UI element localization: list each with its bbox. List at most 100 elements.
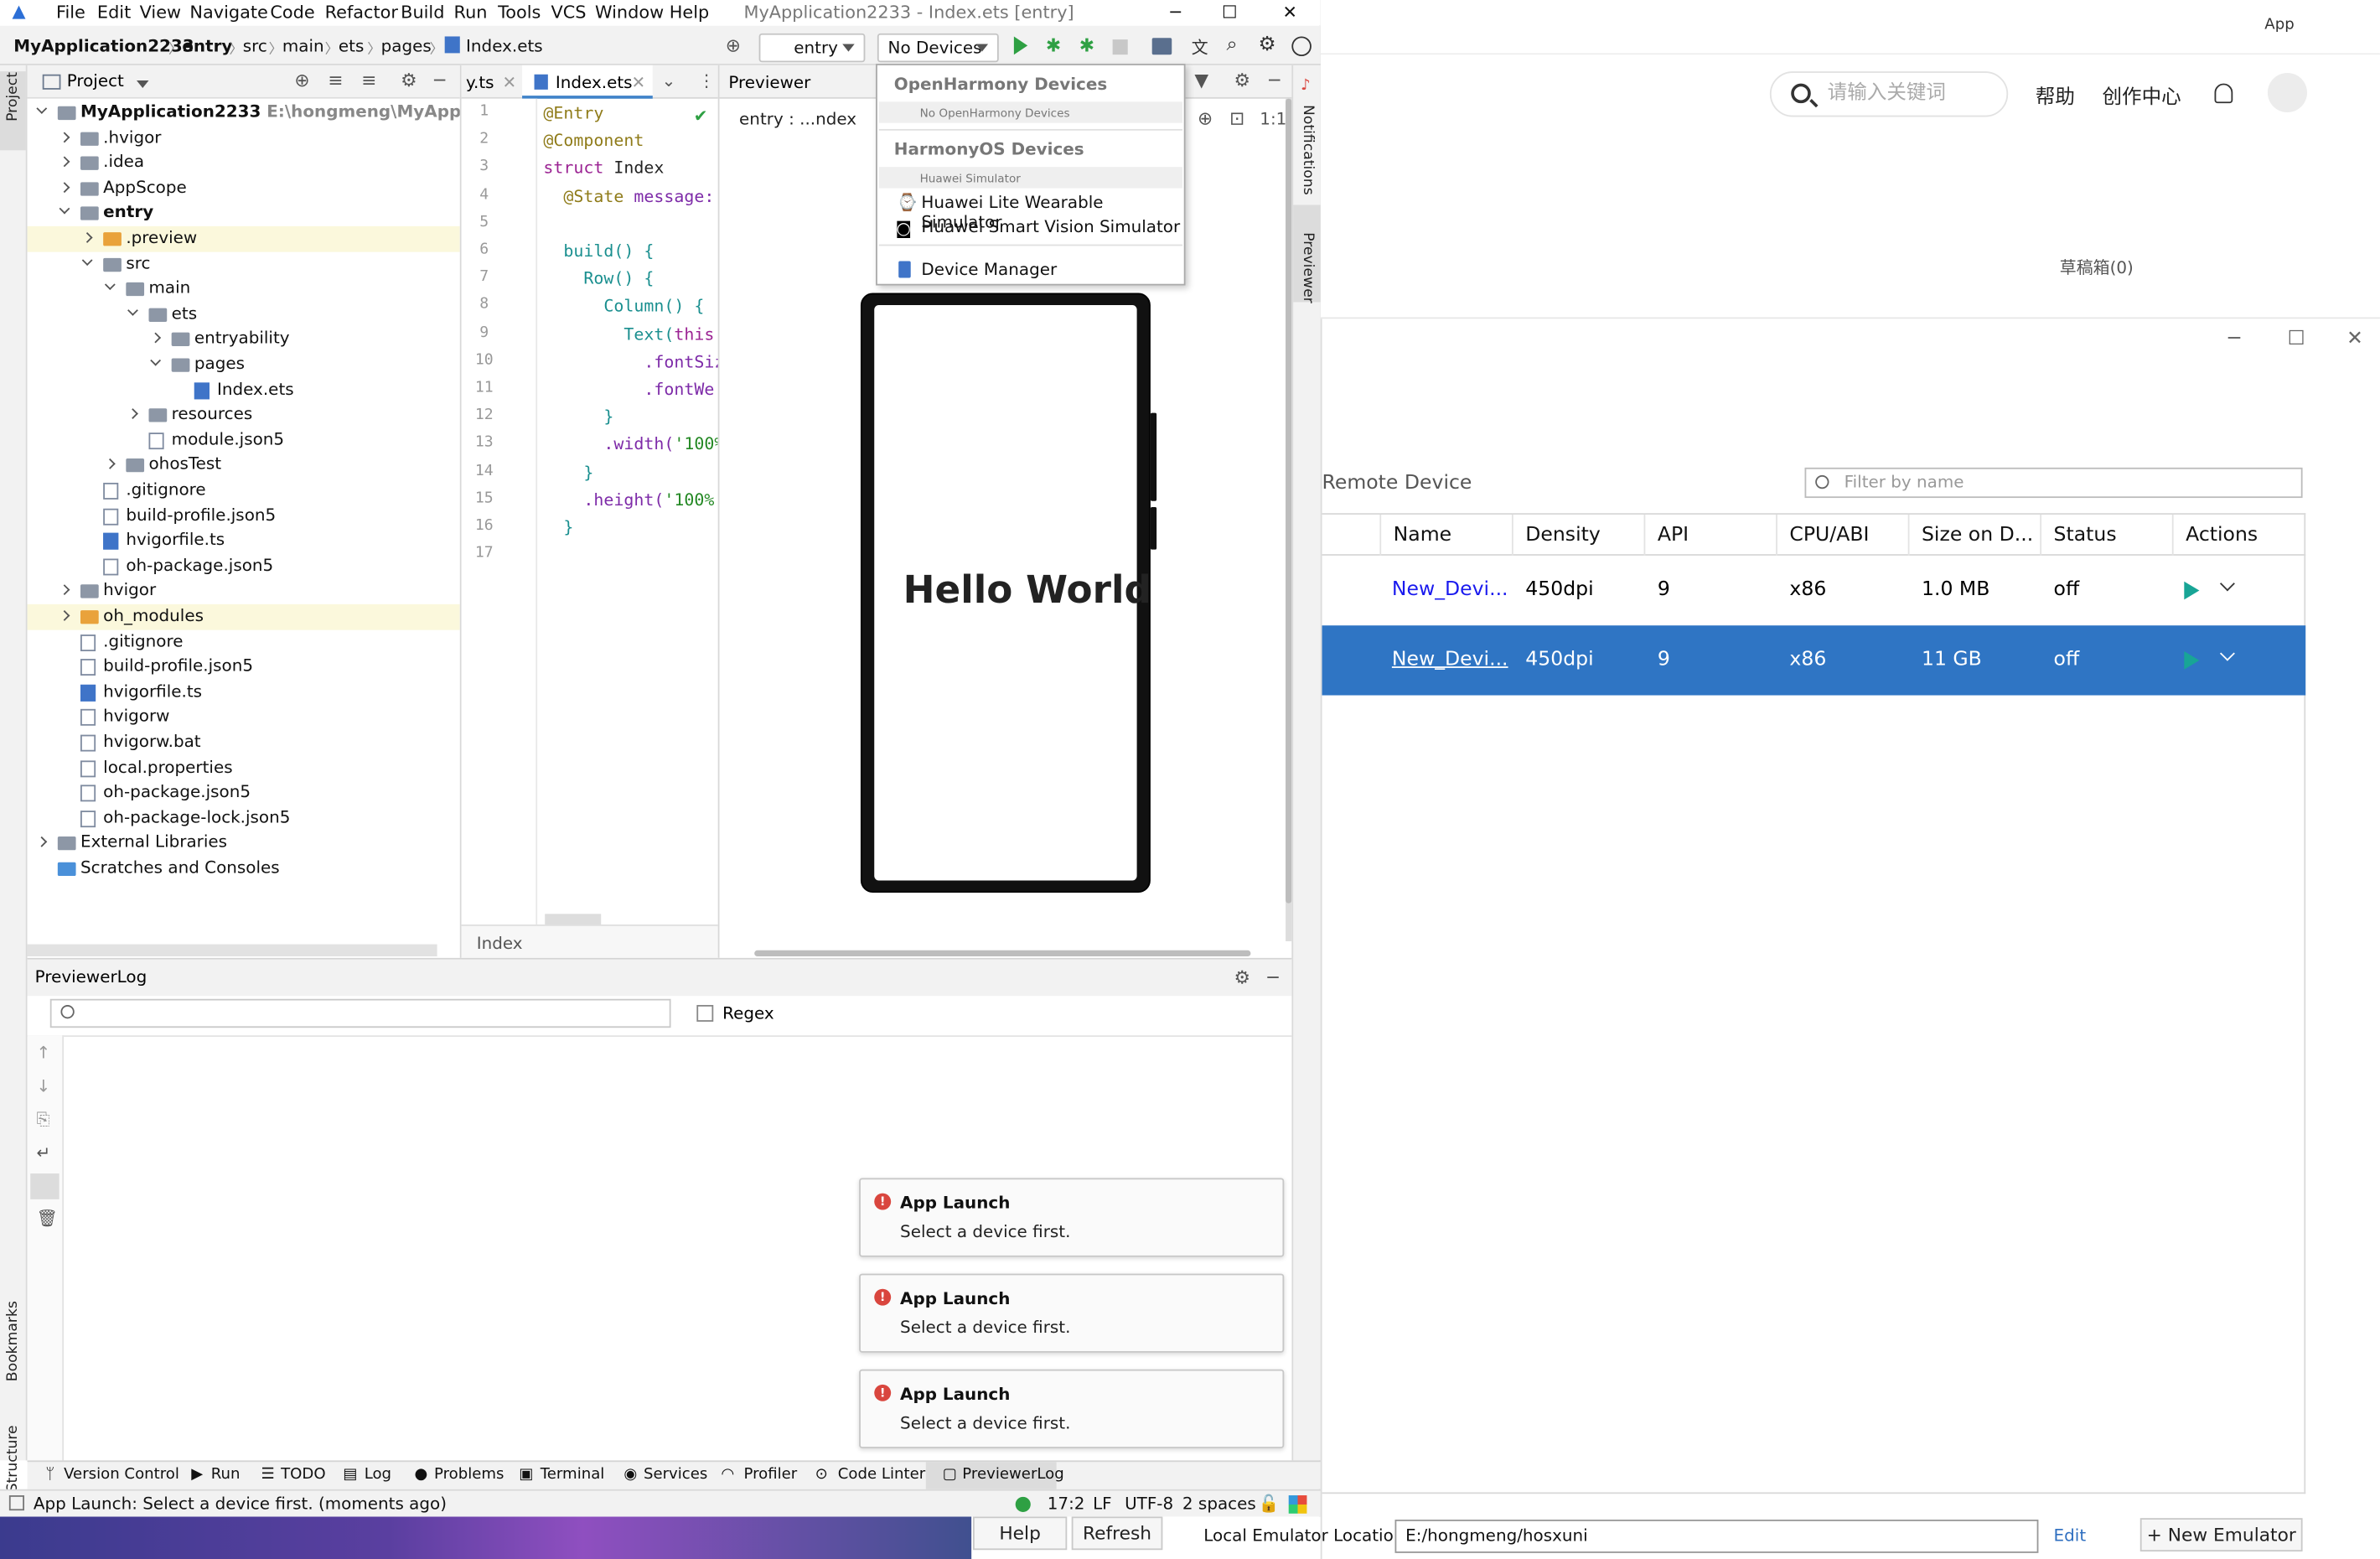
chevron-down-icon[interactable] <box>150 355 162 366</box>
breadcrumb-file[interactable]: Index.ets <box>466 36 543 56</box>
chevron-right-icon[interactable] <box>104 458 116 470</box>
tree-item[interactable]: Scratches and Consoles <box>28 857 460 882</box>
hide-icon[interactable]: ─ <box>434 70 445 91</box>
stop-icon[interactable] <box>1112 39 1128 55</box>
device-name-link[interactable]: New_Devi... <box>1379 625 1508 695</box>
window-icon[interactable] <box>8 1495 24 1511</box>
code-line[interactable]: Column() { <box>543 297 704 317</box>
code-line[interactable]: } <box>543 518 573 538</box>
tree-item[interactable]: ets <box>28 302 460 327</box>
breadcrumb-entry[interactable]: entry <box>182 36 232 56</box>
tree-item[interactable]: build-profile.json5 <box>28 655 460 680</box>
chevron-down-icon[interactable] <box>127 304 138 316</box>
more-icon[interactable]: ⋮ <box>698 71 715 91</box>
tree-item[interactable]: module.json5 <box>28 427 460 453</box>
project-view-select[interactable]: Project <box>67 71 124 91</box>
filter-input[interactable]: Filter by name <box>1804 467 2303 499</box>
tree-item[interactable]: Index.ets <box>28 377 460 402</box>
tree-item[interactable]: hvigorw <box>28 705 460 730</box>
chevron-right-icon[interactable] <box>150 333 162 344</box>
gear-icon[interactable]: ⚙ <box>1258 34 1275 56</box>
tree-item[interactable]: .gitignore <box>28 479 460 504</box>
tree-item[interactable]: hvigor <box>28 579 460 604</box>
gear-icon[interactable]: ⚙ <box>1234 70 1250 91</box>
tree-item[interactable]: entry <box>28 201 460 226</box>
creator-center-link[interactable]: 创作中心 <box>2103 80 2181 109</box>
locate-icon[interactable]: ⊕ <box>294 70 309 91</box>
tree-item[interactable]: oh-package.json5 <box>28 554 460 579</box>
tool-terminal[interactable]: Terminal <box>541 1467 605 1484</box>
chevron-right-icon[interactable] <box>81 232 93 243</box>
tree-item[interactable]: hvigorw.bat <box>28 730 460 755</box>
chevron-down-icon[interactable] <box>2219 576 2235 592</box>
previewer-tool-label[interactable]: Previewer <box>1299 232 1316 303</box>
tree-item[interactable]: hvigorfile.ts <box>28 529 460 554</box>
status-message[interactable]: App Launch: Select a device first. (mome… <box>34 1494 447 1514</box>
chevron-down-icon[interactable] <box>137 80 149 89</box>
indent-setting[interactable]: 2 spaces <box>1182 1494 1256 1514</box>
edit-link[interactable]: Edit <box>2054 1525 2087 1546</box>
run-config-select[interactable]: entry <box>758 33 866 63</box>
tree-item[interactable]: .preview <box>27 225 460 251</box>
col-status[interactable]: Status <box>2041 514 2174 556</box>
col-name[interactable]: Name <box>1379 514 1513 556</box>
location-input[interactable]: E:/hongmeng/hosxuni <box>1394 1520 2039 1553</box>
chevron-right-icon[interactable] <box>127 408 138 420</box>
tree-item[interactable]: ohosTest <box>28 453 460 478</box>
menu-help[interactable]: Help <box>670 2 709 23</box>
tree-item[interactable]: pages <box>28 352 460 377</box>
tool-services[interactable]: Services <box>644 1467 707 1484</box>
code-line[interactable]: Text(this <box>543 324 714 344</box>
code-area[interactable]: @Entry @Component struct Index @State mess… <box>537 99 720 926</box>
debug-icon[interactable]: ✱ <box>1046 35 1061 56</box>
chevron-down-icon[interactable] <box>2219 645 2235 661</box>
horizontal-scrollbar[interactable] <box>754 950 1251 957</box>
col-size[interactable]: Size on D... <box>1909 514 2042 556</box>
col-density[interactable]: Density <box>1513 514 1646 556</box>
scroll-to-end-icon[interactable] <box>30 1173 60 1199</box>
tool-profiler[interactable]: Profiler <box>743 1467 797 1484</box>
gear-icon[interactable]: ⚙ <box>1234 960 1250 996</box>
account-icon[interactable] <box>1291 36 1312 57</box>
breadcrumb-main[interactable]: main <box>282 36 324 56</box>
notification-app-launch[interactable]: ! App Launch Select a device first. <box>859 1178 1285 1257</box>
new-emulator-button[interactable]: + New Emulator <box>2139 1518 2303 1552</box>
tree-item[interactable]: .idea <box>28 151 460 176</box>
chevron-right-icon[interactable] <box>59 181 70 193</box>
maximize-icon[interactable]: ☐ <box>1222 2 1238 23</box>
col-cpu[interactable]: CPU/ABI <box>1777 514 1910 556</box>
tree-item[interactable]: main <box>28 277 460 302</box>
zoom-in-icon[interactable]: ⊕ <box>1198 108 1213 129</box>
code-line[interactable]: @State message: <box>543 186 714 206</box>
notification-app-launch[interactable]: ! App Launch Select a device first. <box>859 1369 1285 1448</box>
tool-version-control[interactable]: Version Control <box>64 1467 179 1484</box>
option-device-manager[interactable]: Device Manager <box>921 260 1057 280</box>
menu-navigate[interactable]: Navigate <box>189 2 267 23</box>
chevron-right-icon[interactable] <box>59 131 70 142</box>
editor-breadcrumb[interactable]: Index <box>477 934 523 954</box>
menu-refactor[interactable]: Refactor <box>325 2 398 23</box>
close-icon[interactable]: ✕ <box>1282 2 1296 23</box>
menu-window[interactable]: Window <box>595 2 664 23</box>
project-tool-label[interactable]: Project <box>4 72 21 122</box>
minimize-icon[interactable]: ─ <box>2228 328 2240 350</box>
remote-device-tab[interactable]: Remote Device <box>1322 472 1472 495</box>
horizontal-scrollbar[interactable] <box>545 914 602 925</box>
chevron-down-icon[interactable] <box>36 103 48 114</box>
maximize-icon[interactable]: ☐ <box>2287 328 2305 350</box>
caret-position[interactable]: 17:2 <box>1048 1494 1085 1514</box>
code-line[interactable]: struct Index <box>543 158 674 179</box>
tab-previous-file[interactable]: y.ts <box>466 73 494 93</box>
table-row[interactable]: New_Devi... 450dpi 9 x86 11 GB off <box>1322 625 2306 696</box>
plugin-icon[interactable] <box>1288 1495 1307 1514</box>
tool-code-linter[interactable]: Code Linter <box>838 1467 925 1484</box>
hide-icon[interactable]: ─ <box>1269 70 1280 91</box>
tree-item[interactable]: resources <box>28 402 460 427</box>
log-search-input[interactable] <box>49 998 671 1028</box>
close-icon[interactable]: ✕ <box>631 73 645 93</box>
gear-icon[interactable]: ⚙ <box>401 70 416 91</box>
notifications-tool-label[interactable]: Notifications <box>1299 105 1316 195</box>
code-line[interactable]: } <box>543 407 613 427</box>
tree-item[interactable]: MyApplication2233 E:\hongmeng\MyApplicat… <box>28 101 554 126</box>
close-icon[interactable]: ✕ <box>503 73 517 93</box>
